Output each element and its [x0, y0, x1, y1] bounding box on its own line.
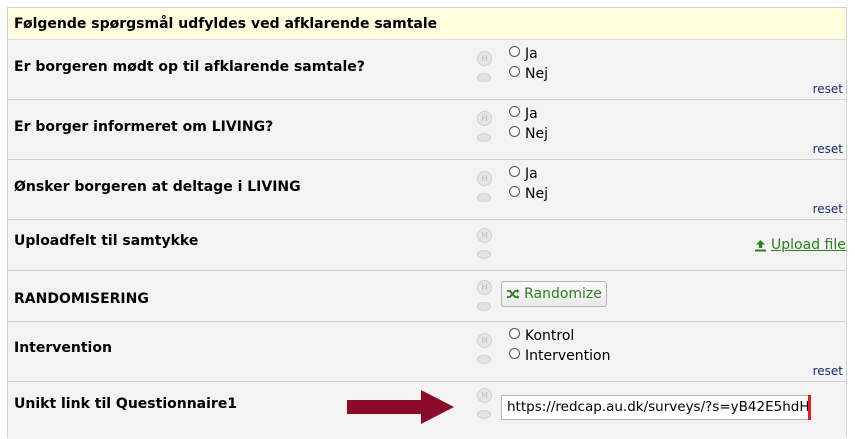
survey-form: Følgende spørgsmål udfyldes ved afklaren…: [7, 7, 847, 439]
option-label: Kontrol: [525, 328, 575, 344]
questionnaire-link-field[interactable]: https://redcap.au.dk/surveys/?s=yB42E5hd…: [501, 395, 809, 420]
history-icon[interactable]: H: [477, 228, 492, 243]
field-icons: H: [477, 228, 493, 260]
randomize-label: Randomize: [524, 286, 602, 302]
section-header: Følgende spørgsmål udfyldes ved afklaren…: [8, 8, 846, 40]
option-label: Nej: [525, 186, 548, 202]
field-icons: H: [477, 111, 493, 143]
question-label: Er borger informeret om LIVING?: [14, 119, 274, 135]
reset-link[interactable]: reset: [813, 364, 843, 378]
option-ja[interactable]: Ja: [509, 105, 538, 122]
field-icons: H: [477, 333, 493, 365]
question-label: Intervention: [14, 340, 112, 356]
question-label: Er borgeren mødt op til afklarende samta…: [14, 59, 365, 75]
comment-icon[interactable]: [477, 193, 491, 203]
option-label: Nej: [525, 126, 548, 142]
radio-button[interactable]: [509, 347, 520, 359]
comment-icon[interactable]: [477, 410, 491, 420]
randomize-button[interactable]: Randomize: [501, 281, 607, 307]
question-row-participate: Ønsker borgeren at deltage i LIVING H Ja…: [8, 160, 846, 220]
question-row-randomisering: RANDOMISERING H Randomize: [8, 271, 846, 322]
option-kontrol[interactable]: Kontrol: [509, 327, 575, 344]
option-label: Nej: [525, 66, 548, 82]
comment-icon[interactable]: [477, 302, 491, 312]
radio-button[interactable]: [509, 185, 520, 197]
option-intervention[interactable]: Intervention: [509, 347, 611, 364]
arrow-right-icon: [347, 390, 454, 424]
option-ja[interactable]: Ja: [509, 45, 538, 62]
history-icon[interactable]: H: [477, 111, 492, 126]
field-icons: H: [477, 51, 493, 83]
question-row-intervention: Intervention H Kontrol Intervention rese…: [8, 322, 846, 382]
option-label: Ja: [525, 46, 538, 62]
field-icons: H: [477, 280, 493, 312]
reset-link[interactable]: reset: [813, 142, 843, 156]
reset-link[interactable]: reset: [813, 82, 843, 96]
comment-icon[interactable]: [477, 73, 491, 83]
question-row-attended: Er borgeren mødt op til afklarende samta…: [8, 40, 846, 100]
history-icon[interactable]: H: [477, 388, 492, 403]
upload-label: Upload file: [771, 237, 846, 253]
radio-button[interactable]: [509, 65, 520, 77]
history-icon[interactable]: H: [477, 171, 492, 186]
radio-button[interactable]: [509, 45, 520, 57]
field-icons: H: [477, 388, 493, 420]
radio-button[interactable]: [509, 165, 520, 177]
field-icons: H: [477, 171, 493, 203]
radio-button[interactable]: [509, 105, 520, 117]
comment-icon[interactable]: [477, 355, 491, 365]
option-nej[interactable]: Nej: [509, 185, 548, 202]
question-label: Unikt link til Questionnaire1: [14, 396, 238, 412]
question-row-upload: Uploadfelt til samtykke H Upload file: [8, 220, 846, 271]
radio-button[interactable]: [509, 125, 520, 137]
section-header-text: Følgende spørgsmål udfyldes ved afklaren…: [14, 16, 438, 32]
history-icon[interactable]: H: [477, 51, 492, 66]
question-label: RANDOMISERING: [14, 291, 149, 307]
comment-icon[interactable]: [477, 250, 491, 260]
upload-icon: [755, 239, 766, 251]
text-cursor-marker: [808, 395, 811, 420]
question-label: Uploadfelt til samtykke: [14, 233, 199, 249]
history-icon[interactable]: H: [477, 280, 492, 295]
history-icon[interactable]: H: [477, 333, 492, 348]
radio-button[interactable]: [509, 327, 520, 339]
comment-icon[interactable]: [477, 133, 491, 143]
option-label: Intervention: [525, 348, 611, 364]
option-nej[interactable]: Nej: [509, 125, 548, 142]
reset-link[interactable]: reset: [813, 202, 843, 216]
question-row-unique-link: Unikt link til Questionnaire1 H https://…: [8, 382, 846, 439]
question-label: Ønsker borgeren at deltage i LIVING: [14, 179, 301, 195]
option-nej[interactable]: Nej: [509, 65, 548, 82]
shuffle-icon: [507, 289, 520, 299]
option-label: Ja: [525, 166, 538, 182]
option-ja[interactable]: Ja: [509, 165, 538, 182]
option-label: Ja: [525, 106, 538, 122]
question-row-informed: Er borger informeret om LIVING? H Ja Nej…: [8, 100, 846, 160]
upload-file-link[interactable]: Upload file: [754, 237, 846, 253]
